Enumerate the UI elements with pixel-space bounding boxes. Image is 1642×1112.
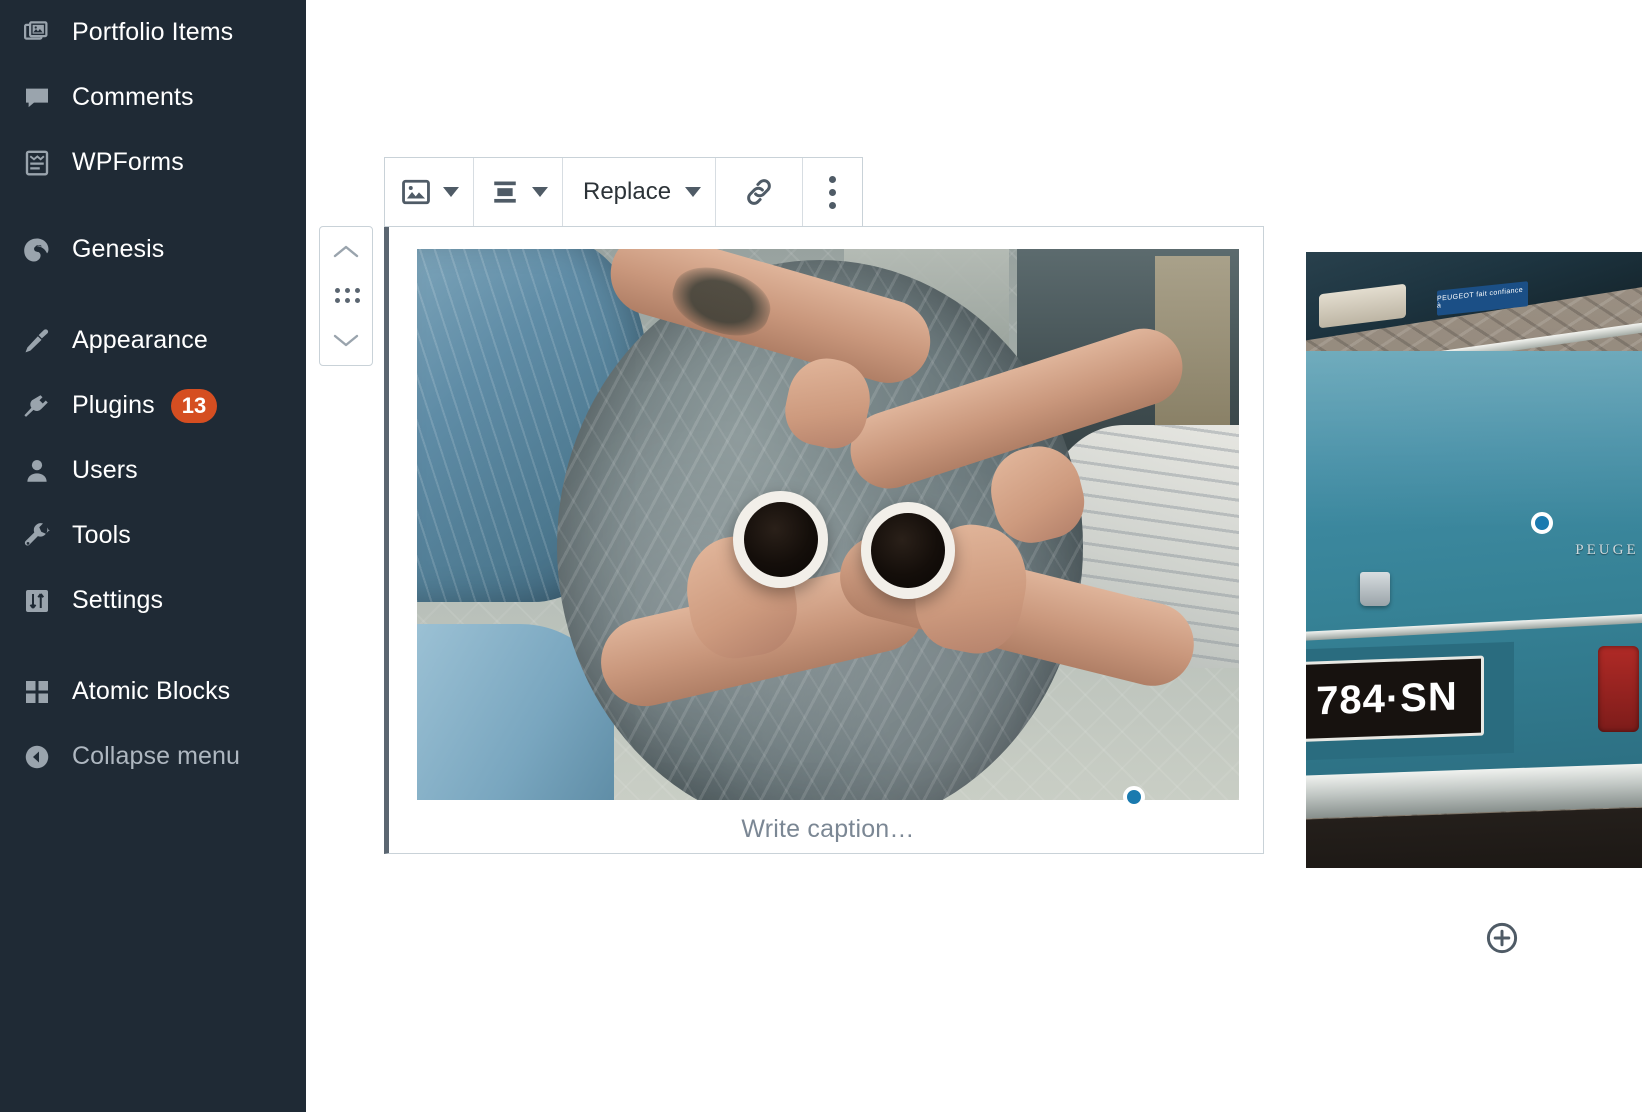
sidebar-separator [0,282,306,308]
editor-screen: Portfolio Items Comments WPForms G Genes… [0,0,1642,1112]
sidebar-item-label: Tools [72,521,131,549]
sidebar-item-settings[interactable]: Settings [0,568,306,633]
sidebar-item-genesis[interactable]: G Genesis [0,217,306,282]
drag-handle-dots-icon[interactable] [335,288,360,304]
sidebar-item-plugins[interactable]: Plugins 13 [0,373,306,438]
align-chevron-down-icon[interactable] [528,158,562,226]
move-down-button[interactable] [326,323,366,357]
resize-handle-bottom[interactable] [1123,786,1145,808]
sidebar-item-appearance[interactable]: Appearance [0,308,306,373]
sidebar-separator [0,195,306,217]
sidebar-item-users[interactable]: Users [0,438,306,503]
move-up-button[interactable] [326,235,366,269]
users-person-icon [18,452,56,490]
sidebar-item-label: Atomic Blocks [72,677,231,705]
sidebar-item-label: Comments [72,83,194,111]
replace-button[interactable]: Replace [563,178,681,206]
image-caption-input[interactable]: Write caption… [417,815,1239,844]
sidebar-item-label: Collapse menu [72,742,241,770]
kebab-menu-icon[interactable] [803,175,862,209]
replace-group: Replace [563,158,717,226]
license-plate-text: 784·SN [1315,673,1458,723]
settings-sliders-icon [18,582,56,620]
editor-canvas: Replace Write caption… PEUGEOT fait conf… [306,0,1642,1112]
block-type-group [385,158,474,226]
license-plate: 784·SN [1306,655,1485,743]
resize-handle-right[interactable] [1531,512,1553,534]
link-icon[interactable] [716,158,802,226]
sidebar-item-label: Plugins [72,391,155,419]
sidebar-item-tools[interactable]: Tools [0,503,306,568]
align-group [474,158,563,226]
sidebar-item-label: Portfolio Items [72,18,234,46]
plugins-update-badge: 13 [170,388,218,423]
sidebar-item-label: WPForms [72,148,184,176]
svg-text:G: G [34,244,42,255]
plugins-plug-icon [18,387,56,425]
genesis-icon: G [18,231,56,269]
sidebar-item-label: Settings [72,586,164,614]
car-brand-badge: PEUGE [1575,541,1639,558]
sidebar-item-portfolio-items[interactable]: Portfolio Items [0,0,306,65]
appearance-brush-icon [18,322,56,360]
atomic-blocks-grid-icon [18,673,56,711]
comments-icon [18,79,56,117]
adjacent-image-block[interactable]: PEUGEOT fait confiance à PEUGE 784·SN [1306,252,1642,868]
sidebar-item-collapse-menu[interactable]: Collapse menu [0,724,306,789]
image-block[interactable]: Write caption… [384,226,1264,854]
block-toolbar: Replace [384,157,864,227]
sidebar-item-label: Genesis [72,235,165,263]
add-block-button[interactable] [1485,921,1519,955]
image-figure[interactable] [417,249,1239,800]
sidebar-item-wpforms[interactable]: WPForms [0,130,306,195]
block-mover[interactable] [319,226,373,366]
more-options-group [803,158,862,226]
sidebar-item-comments[interactable]: Comments [0,65,306,130]
portfolio-icon [18,14,56,52]
tools-wrench-icon [18,517,56,555]
sidebar-item-atomic-blocks[interactable]: Atomic Blocks [0,659,306,724]
wpforms-icon [18,144,56,182]
collapse-arrow-icon [18,738,56,776]
link-group [716,158,804,226]
block-type-chevron-down-icon[interactable] [439,158,473,226]
sidebar-separator [0,633,306,659]
image-icon[interactable] [385,158,439,226]
admin-sidebar: Portfolio Items Comments WPForms G Genes… [0,0,306,1112]
align-center-icon[interactable] [474,158,528,226]
sidebar-item-label: Users [72,456,138,484]
replace-chevron-down-icon[interactable] [681,158,715,226]
sidebar-item-label: Appearance [72,326,208,354]
car-photo: PEUGEOT fait confiance à PEUGE 784·SN [1306,252,1642,868]
coffee-photo [417,249,1239,800]
